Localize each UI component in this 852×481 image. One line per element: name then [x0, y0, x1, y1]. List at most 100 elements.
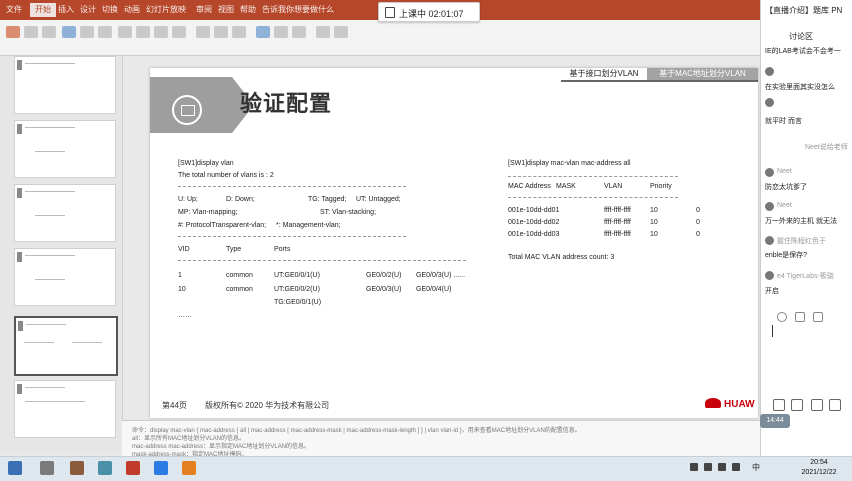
tab-file[interactable]: 文件 — [6, 4, 22, 15]
chat-input-caret[interactable] — [772, 325, 773, 337]
app-icon[interactable] — [98, 461, 112, 475]
tab-insert[interactable]: 插入 — [58, 4, 74, 15]
find-icon[interactable] — [316, 26, 330, 38]
copyright-text: 版权所有© 2020 华为技术有限公司 — [205, 401, 330, 410]
windows-start-icon[interactable] — [8, 461, 22, 475]
divider — [178, 236, 406, 237]
chat-system-note: Neet说给老师 — [805, 144, 848, 151]
table-cell: 10 — [650, 207, 658, 214]
shapes-icon[interactable] — [256, 26, 270, 38]
tab-view[interactable]: 视图 — [218, 4, 234, 15]
arrange-icon[interactable] — [274, 26, 288, 38]
chat-panel: 【直播介绍】题库 PN 讨论区 IE的LAB考试会不会考一 在实验里面其实没怎么… — [760, 0, 852, 456]
col-header-vid: VID — [178, 246, 190, 253]
slide-thumbnail[interactable] — [14, 184, 116, 242]
camera-icon[interactable] — [811, 399, 823, 411]
search-icon[interactable] — [40, 461, 54, 475]
table-cell: 1 — [178, 272, 182, 279]
tab-animations[interactable]: 动画 — [124, 4, 140, 15]
chat-username: e4 TigerLabs-筱骁 — [777, 273, 834, 280]
network-icon[interactable] — [718, 463, 726, 471]
vlan-total: The total number of vlans is : 2 — [178, 172, 274, 179]
table-cell: UT:GE0/0/2(U) — [274, 286, 320, 293]
tell-me-search[interactable]: 告诉我你想要做什么 — [262, 4, 334, 15]
chat-username: Neet — [777, 202, 792, 209]
numbering-icon[interactable] — [214, 26, 228, 38]
emoji-icon[interactable] — [777, 312, 787, 322]
bullets-icon[interactable] — [196, 26, 210, 38]
tab-design[interactable]: 设计 — [80, 4, 96, 15]
tab-slideshow[interactable]: 幻灯片放映 — [146, 4, 186, 15]
speaker-notes[interactable]: 命令：display mac-vlan { mac-address { all … — [122, 420, 760, 458]
system-clock[interactable]: 20:54 2021/12/22 — [790, 458, 848, 478]
table-cell: ffff-ffff-ffff — [604, 231, 631, 238]
cut-icon[interactable] — [24, 26, 38, 38]
tray-icon[interactable] — [704, 463, 712, 471]
legend-text: UT: Untagged; — [356, 196, 401, 203]
table-cell: common — [226, 272, 253, 279]
tab-transitions[interactable]: 切换 — [102, 4, 118, 15]
divider — [508, 197, 678, 198]
mac-vlan-total: Total MAC VLAN address count: 3 — [508, 254, 615, 261]
underline-icon[interactable] — [172, 26, 186, 38]
col-header-mac: MAC Address — [508, 183, 551, 190]
app-icon[interactable] — [182, 461, 196, 475]
page-number: 第44页 — [162, 401, 187, 410]
input-language[interactable]: 中 — [752, 462, 760, 473]
speaker-icon[interactable] — [791, 399, 803, 411]
live-status-text: 上课中 02:01:07 — [399, 9, 464, 19]
timer-badge: 14:44 — [760, 414, 790, 428]
avatar — [765, 98, 774, 107]
huawei-logo: HUAW — [705, 398, 755, 410]
legend-text: U: Up; — [178, 196, 198, 203]
table-ellipsis: …… — [178, 312, 192, 319]
slide-thumbnail-selected[interactable] — [14, 316, 118, 376]
layout-icon[interactable] — [80, 26, 94, 38]
screen-share-icon[interactable] — [829, 399, 841, 411]
discussion-title: 讨论区 — [789, 32, 813, 41]
avatar — [765, 271, 774, 280]
replace-icon[interactable] — [334, 26, 348, 38]
table-cell: 10 — [178, 286, 186, 293]
avatar — [765, 202, 774, 211]
font-icon[interactable] — [118, 26, 132, 38]
table-cell: GE0/0/4(U) — [416, 286, 452, 293]
tab-review[interactable]: 审阅 — [196, 4, 212, 15]
slide-thumbnail[interactable] — [14, 248, 116, 306]
image-icon — [172, 95, 202, 125]
slide-canvas[interactable]: 验证配置 基于接口划分VLAN 基于MAC地址划分VLAN [SW1]displ… — [150, 68, 758, 418]
display-mac-vlan-command: [SW1]display mac-vlan mac-address all — [508, 160, 631, 167]
scissors-icon[interactable] — [795, 312, 805, 322]
section-tag-interface: 基于接口划分VLAN — [561, 68, 647, 80]
image-upload-icon[interactable] — [813, 312, 823, 322]
tab-help[interactable]: 帮助 — [240, 4, 256, 15]
app-icon[interactable] — [70, 461, 84, 475]
app-icon[interactable] — [154, 461, 168, 475]
tray-icon[interactable] — [690, 463, 698, 471]
chat-message: 在实验里面其实没怎么 — [765, 84, 835, 91]
col-header-ports: Ports — [274, 246, 291, 253]
table-cell: 001e-10dd-dd01 — [508, 207, 560, 214]
section-tag-mac: 基于MAC地址划分VLAN — [647, 68, 758, 80]
powerpoint-icon[interactable] — [126, 461, 140, 475]
align-icon[interactable] — [232, 26, 246, 38]
quick-styles-icon[interactable] — [292, 26, 306, 38]
slide-thumbnail[interactable] — [14, 120, 116, 178]
chat-header[interactable]: 【直播介绍】题库 PN — [765, 5, 842, 16]
italic-icon[interactable] — [154, 26, 168, 38]
slide-title: 验证配置 — [240, 91, 333, 116]
tab-home[interactable]: 开始 — [30, 3, 56, 17]
legend-text: MP: Vlan-mapping; — [178, 209, 238, 216]
legend-text: TG: Tagged; — [308, 196, 347, 203]
copy-icon[interactable] — [42, 26, 56, 38]
bold-icon[interactable] — [136, 26, 150, 38]
volume-icon[interactable] — [732, 463, 740, 471]
paste-icon[interactable] — [6, 26, 20, 38]
table-cell: 0 — [696, 219, 700, 226]
slide-thumbnail[interactable] — [14, 56, 116, 114]
mic-icon[interactable] — [773, 399, 785, 411]
table-cell: 10 — [650, 219, 658, 226]
slide-thumbnail[interactable] — [14, 380, 116, 438]
new-slide-icon[interactable] — [62, 26, 76, 38]
reset-icon[interactable] — [98, 26, 112, 38]
